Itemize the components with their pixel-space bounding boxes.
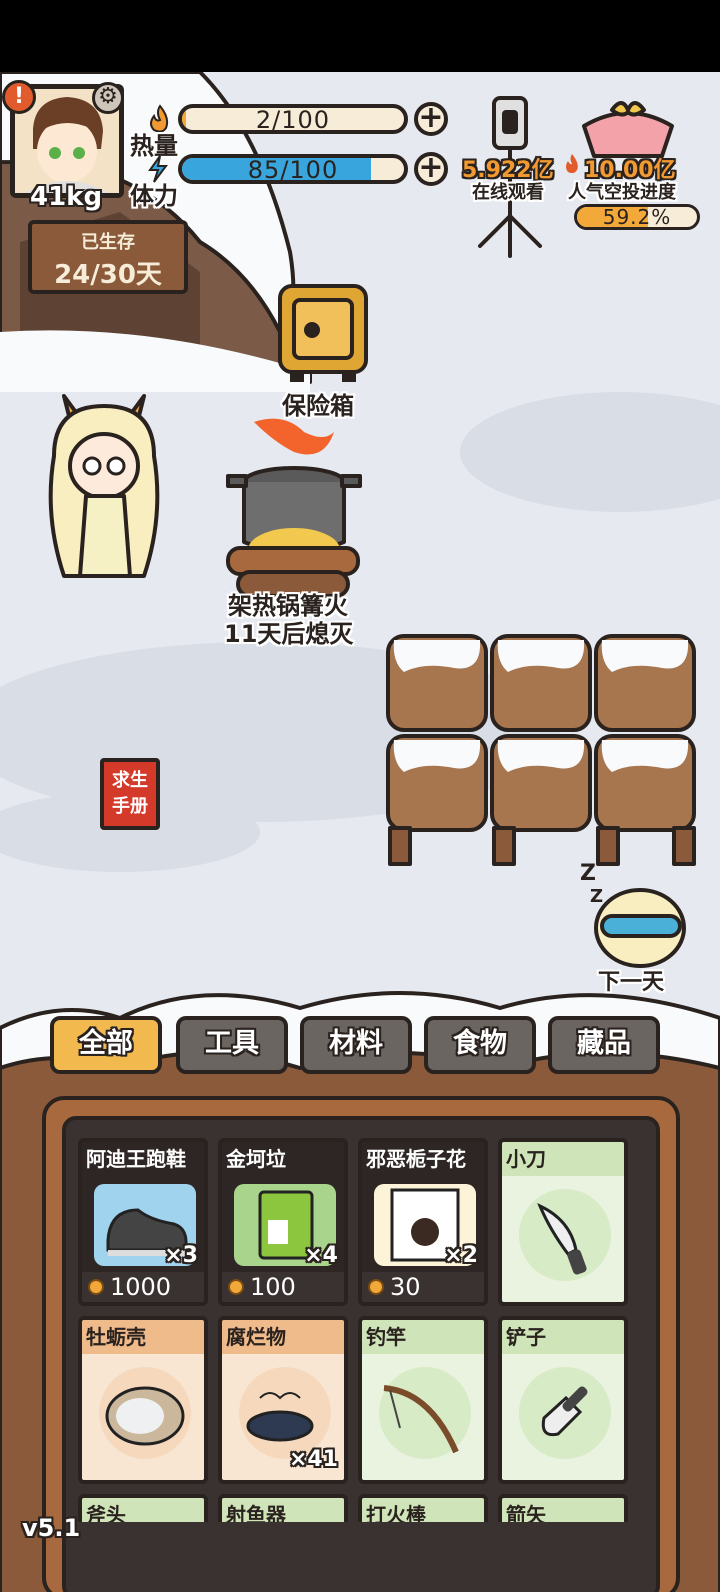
airdrop-gift-icon[interactable] [578,96,678,160]
inventory-item[interactable]: 阿迪王跑鞋 ×3 1000 [78,1138,208,1306]
knife-icon [510,1180,620,1294]
tab-collectibles[interactable]: 藏品 [548,1016,660,1074]
item-name: 箭矢 [502,1498,624,1522]
stamina-label: 体力 [130,182,178,210]
settings-gear-icon[interactable]: ⚙ [92,82,124,114]
campfire-status: 11天后熄灭 [224,620,354,648]
survival-label: 已生存 [81,232,135,253]
tab-materials-label: 材料 [329,1028,383,1059]
campfire-pot-icon[interactable] [224,412,364,602]
inventory-item[interactable]: 打火棒 [358,1494,488,1522]
alert-icon[interactable]: ! [2,80,36,114]
item-image: ×41 [222,1354,344,1480]
inventory-item[interactable]: 斧头 [78,1494,208,1522]
airdrop-progress-bar: 59.2% [574,204,700,230]
calories-value: 2/100 [255,106,331,134]
item-name: 打火棒 [362,1498,484,1522]
airdrop-progress-value: 59.2% [602,205,672,229]
item-price: 100 [222,1272,344,1302]
survival-sign: 已生存 24/30天 [28,220,188,294]
fishing-rod-icon [370,1358,480,1472]
item-name: 钓竿 [362,1320,484,1354]
svg-text:Z: Z [580,861,596,886]
coin-icon [368,1279,384,1295]
sleeping-character-icon[interactable]: Z Z [576,858,696,968]
shovel-icon [510,1358,620,1472]
farm-plots[interactable] [384,632,704,872]
inventory-item[interactable]: 小刀 [498,1138,628,1306]
tab-all-label: 全部 [79,1028,133,1059]
item-quantity: ×3 [164,1243,198,1268]
game-scene: ! ⚙ 41kg 热量 2/100 + 体力 85/100 + 已生存 24/3… [0,72,720,1592]
companion-girl-character[interactable] [34,376,174,586]
handbook-line1: 求生 [112,770,148,791]
coin-icon [88,1279,104,1295]
item-name: 牡蛎壳 [82,1320,204,1354]
item-quantity: ×4 [304,1243,338,1268]
tab-materials[interactable]: 材料 [300,1016,412,1074]
add-calories-button[interactable]: + [414,102,448,136]
item-quantity: ×2 [444,1243,478,1268]
stamina-bar: 85/100 [178,154,408,184]
item-name: 斧头 [82,1498,204,1522]
item-image [502,1354,624,1480]
item-price: 1000 [82,1272,204,1302]
item-name: 邪恶栀子花 [362,1142,484,1176]
inventory-item[interactable]: 金坷垃 ×4 100 [218,1138,348,1306]
survival-days: 24/30天 [54,260,162,290]
safe-box-icon[interactable] [276,280,370,384]
item-image [502,1176,624,1302]
tab-all[interactable]: 全部 [50,1016,162,1074]
inventory-item[interactable]: 牡蛎壳 [78,1316,208,1484]
tab-food-label: 食物 [453,1028,507,1059]
item-name: 阿迪王跑鞋 [82,1142,204,1176]
item-image: ×2 30 [362,1176,484,1302]
add-stamina-button[interactable]: + [414,152,448,186]
item-name: 腐烂物 [222,1320,344,1354]
inventory-item[interactable]: 箭矢 [498,1494,628,1522]
tab-food[interactable]: 食物 [424,1016,536,1074]
svg-text:Z: Z [590,886,603,907]
popularity-flame-icon [563,152,581,176]
player-weight: 41kg [30,182,103,212]
item-name: 射鱼器 [222,1498,344,1522]
viewers-label: 在线观看 [472,182,544,203]
inventory-item[interactable]: 铲子 [498,1316,628,1484]
survival-handbook-button[interactable]: 求生 手册 [100,758,160,830]
tab-collectibles-label: 藏品 [577,1028,631,1059]
inventory-item[interactable]: 钓竿 [358,1316,488,1484]
tab-tools-label: 工具 [205,1028,259,1059]
stamina-value: 85/100 [247,156,339,184]
item-image: ×4 100 [222,1176,344,1302]
oyster-shell-icon [90,1358,200,1472]
inventory-item[interactable]: 射鱼器 [218,1494,348,1522]
calories-bar: 2/100 [178,104,408,134]
item-image [82,1354,204,1480]
item-image [362,1354,484,1480]
airdrop-label: 人气空投进度 [568,182,676,203]
handbook-line2: 手册 [112,796,148,817]
tab-tools[interactable]: 工具 [176,1016,288,1074]
item-name: 金坷垃 [222,1142,344,1176]
item-name: 铲子 [502,1320,624,1354]
item-quantity: ×41 [288,1447,338,1472]
item-price: 30 [362,1272,484,1302]
item-name: 小刀 [502,1142,624,1176]
inventory-item[interactable]: 邪恶栀子花 ×2 30 [358,1138,488,1306]
version-label: v5.1 [22,1514,81,1542]
inventory-item[interactable]: 腐烂物 ×41 [218,1316,348,1484]
coin-icon [228,1279,244,1295]
item-image: ×3 1000 [82,1176,204,1302]
inventory-grid: 阿迪王跑鞋 ×3 1000 金坷垃 ×4 100 邪恶栀子花 ×2 30 小刀 牡蛎壳 腐烂物 ×41 钓… [78,1138,638,1522]
